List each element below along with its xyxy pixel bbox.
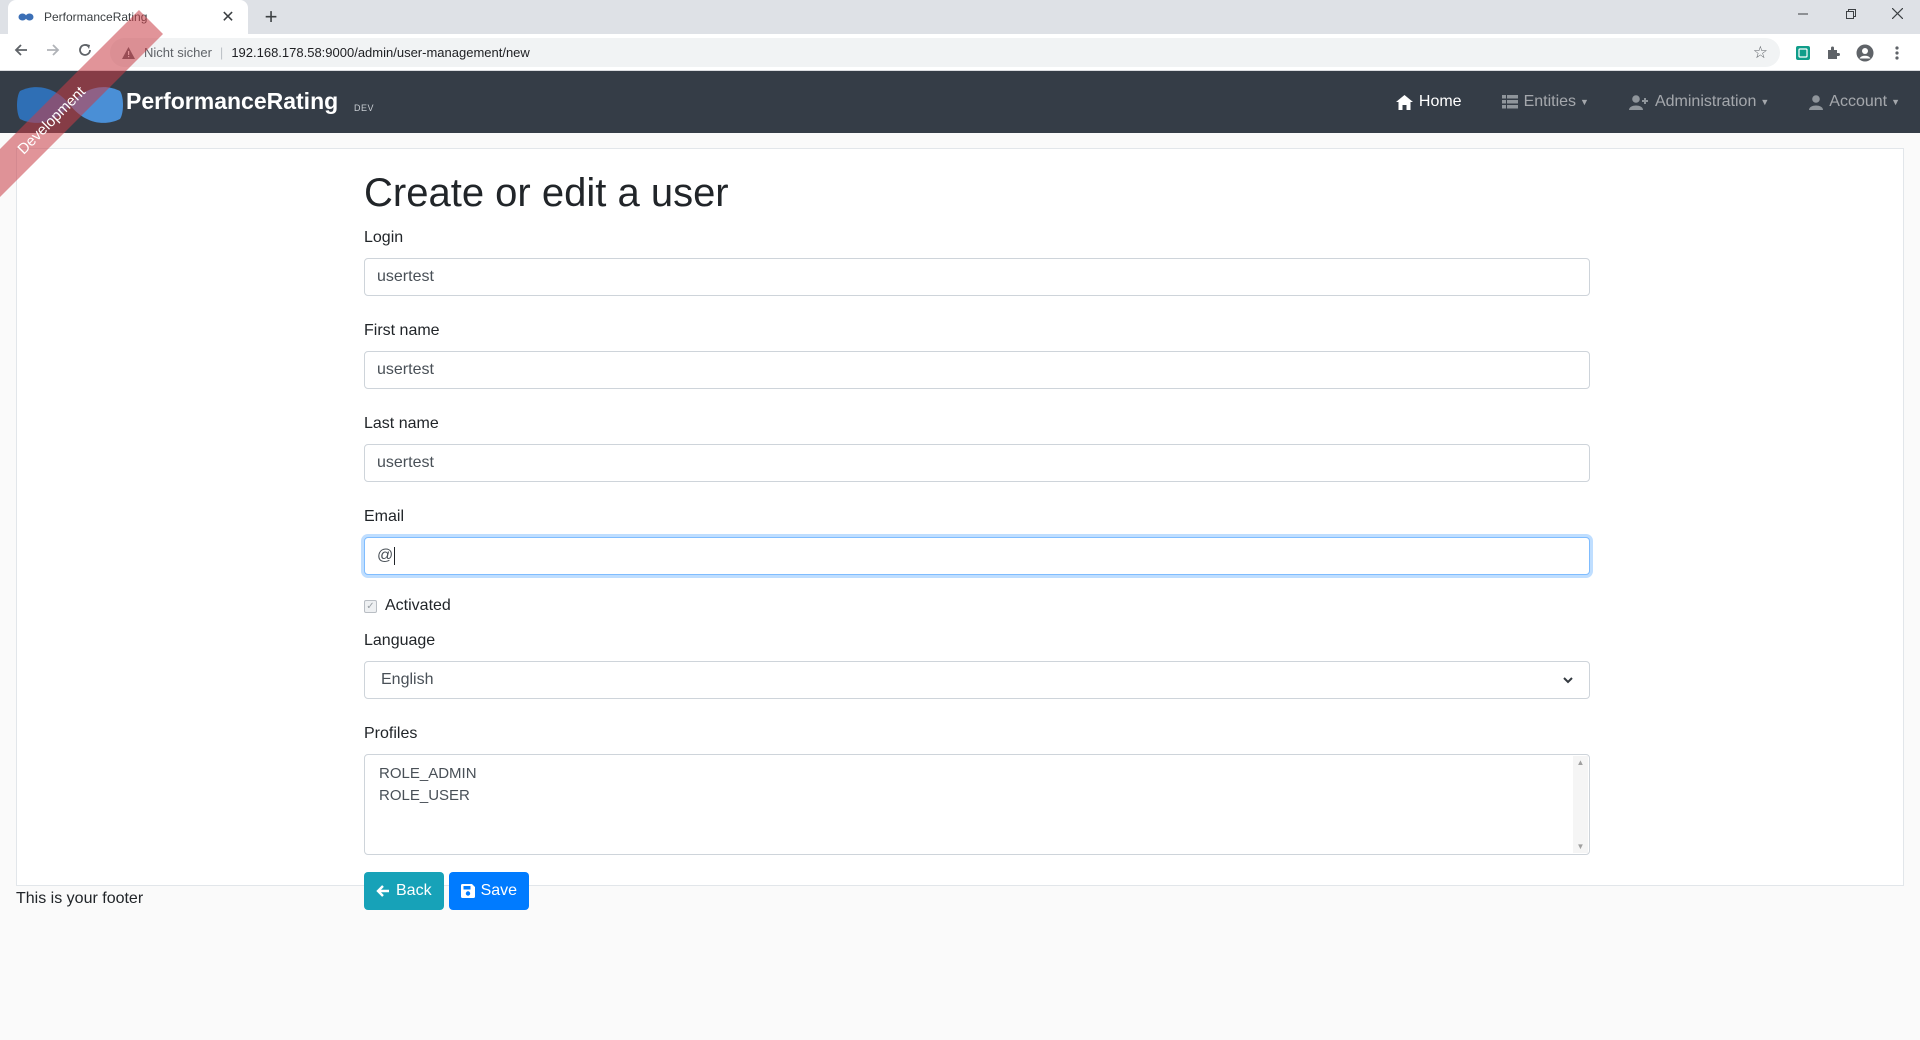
language-label: Language [364,632,436,649]
caret-down-icon: ▼ [1891,97,1900,107]
email-value: @ [377,547,394,564]
navbar-menu: Home Entities ▼ Administration ▼ Account… [1356,71,1900,133]
login-value: usertest [377,268,434,285]
address-bar[interactable]: Nicht sicher | 192.168.178.58:9000/admin… [110,38,1780,67]
back-arrow-icon[interactable] [8,40,34,66]
scroll-up-icon[interactable]: ▲ [1573,758,1588,767]
chevron-down-icon [1563,671,1573,689]
list-icon [1501,95,1518,109]
restore-window-icon[interactable] [1828,0,1874,34]
user-icon [1809,94,1824,110]
nav-item-home[interactable]: Home [1395,93,1462,111]
save-button-label: Save [480,882,518,899]
profiles-group: Profiles ROLE_ADMIN ROLE_USER ▲ ▼ [364,725,1590,855]
last-name-input[interactable]: usertest [364,444,1590,482]
minimize-window-icon[interactable] [1780,0,1826,34]
last-name-group: Last name usertest [364,415,1590,482]
app-navbar: PerformanceRating DEV Home Entities ▼ Ad… [0,71,1920,133]
save-disk-icon [460,884,475,898]
url-text[interactable]: 192.168.178.58:9000/admin/user-managemen… [231,45,1752,60]
nav-item-label: Account [1829,93,1888,110]
bookmark-star-icon[interactable]: ☆ [1753,43,1768,63]
browser-toolbar: Nicht sicher | 192.168.178.58:9000/admin… [0,34,1920,71]
nav-item-account[interactable]: Account ▼ [1809,93,1900,111]
activated-checkbox[interactable]: ✓ [364,599,377,613]
email-group: Email @ [364,508,1590,575]
activated-label[interactable]: Activated [385,597,451,615]
language-group: Language English [364,632,1590,699]
language-value: English [381,671,434,688]
text-cursor [394,547,396,565]
nav-item-administration[interactable]: Administration ▼ [1628,93,1770,111]
login-group: Login usertest [364,229,1590,296]
first-name-input[interactable]: usertest [364,351,1590,389]
profile-option[interactable]: ROLE_USER [379,785,1575,807]
last-name-value: usertest [377,454,434,471]
page-card: Create or edit a user Login usertest Fir… [16,148,1904,910]
back-button-label: Back [396,882,432,899]
email-input[interactable]: @ [364,537,1590,575]
last-name-label: Last name [364,415,439,432]
browser-menu-icon[interactable] [1886,42,1908,64]
login-label: Login [364,229,404,246]
activated-row: ✓ Activated [364,597,1590,615]
extension-icon[interactable] [1792,42,1814,64]
user-form: Create or edit a user Login usertest Fir… [364,171,1590,910]
caret-down-icon: ▼ [1760,97,1770,107]
brand-title[interactable]: PerformanceRating [126,88,338,115]
login-input[interactable]: usertest [364,258,1590,296]
app-favicon-icon [18,11,34,23]
new-tab-button[interactable]: + [258,4,284,30]
puzzle-extensions-icon[interactable] [1822,42,1844,64]
email-label: Email [364,508,405,525]
page-footer: This is your footer [16,890,144,907]
profiles-label: Profiles [364,725,418,742]
home-icon [1395,94,1413,110]
profile-option[interactable]: ROLE_ADMIN [379,763,1575,785]
user-plus-icon [1628,94,1649,110]
close-window-icon[interactable] [1874,0,1920,34]
forward-arrow-icon[interactable] [40,40,66,66]
first-name-value: usertest [377,361,434,378]
browser-tabbar: PerformanceRating ✕ + [0,0,1920,34]
page-title: Create or edit a user [364,171,729,215]
first-name-group: First name usertest [364,322,1590,389]
language-select[interactable]: English [364,661,1590,699]
nav-item-label: Home [1418,93,1462,110]
scroll-down-icon[interactable]: ▼ [1573,842,1588,851]
omnibox-divider: | [219,45,224,60]
nav-item-entities[interactable]: Entities ▼ [1501,93,1589,111]
nav-item-label: Administration [1654,93,1757,110]
save-button[interactable]: Save [448,872,530,910]
first-name-label: First name [364,322,440,339]
close-tab-icon[interactable]: ✕ [218,7,238,27]
arrow-left-icon [376,884,390,898]
profile-avatar-icon[interactable] [1854,42,1876,64]
nav-item-label: Entities [1523,93,1577,110]
security-label[interactable]: Nicht sicher [144,45,212,60]
form-actions: Back Save [364,872,1590,910]
env-badge: DEV [354,103,375,113]
profiles-listbox[interactable]: ROLE_ADMIN ROLE_USER ▲ ▼ [364,754,1590,855]
caret-down-icon: ▼ [1580,97,1589,107]
back-button[interactable]: Back [364,872,444,910]
listbox-scrollbar[interactable]: ▲ ▼ [1573,756,1588,853]
